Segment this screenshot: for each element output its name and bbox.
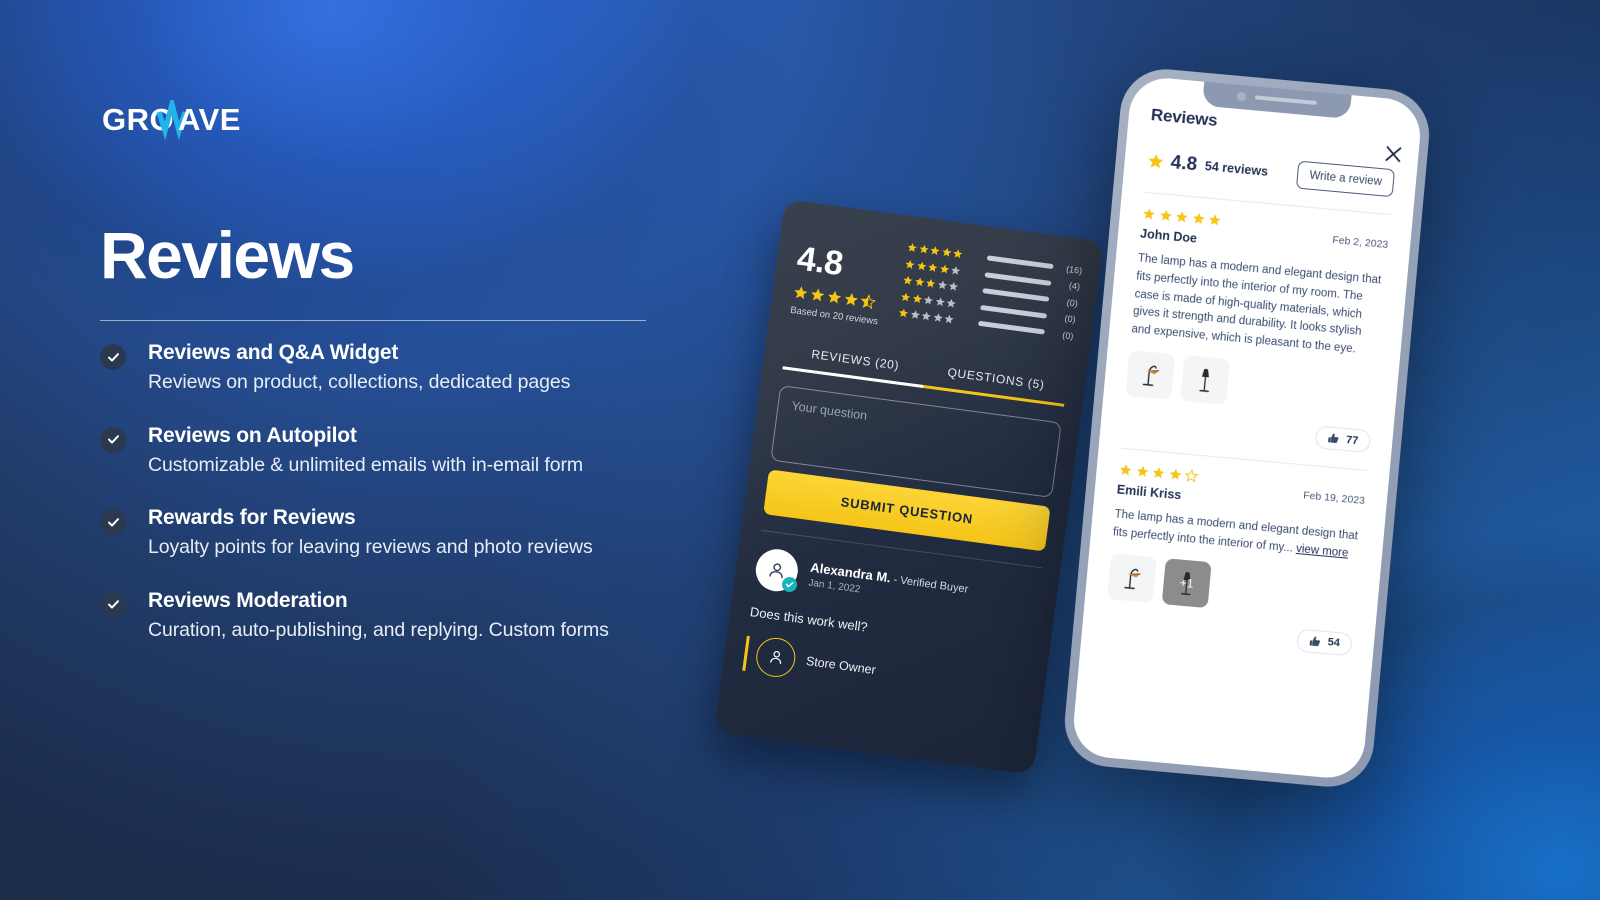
growave-logo: GRO AVE	[102, 100, 272, 142]
phone-screen: Reviews 4.8 54 reviews Write a review Jo…	[1070, 75, 1424, 781]
write-review-button[interactable]: Write a review	[1296, 160, 1396, 198]
breakdown-count: (0)	[1061, 329, 1075, 341]
phone-frame: Reviews 4.8 54 reviews Write a review Jo…	[1060, 65, 1434, 791]
feature-title: Reviews and Q&A Widget	[148, 341, 399, 364]
review-item: Emili Kriss Feb 19, 2023 The lamp has a …	[1104, 449, 1368, 657]
list-item: Rewards for Reviews Loyalty points for l…	[100, 505, 700, 560]
lamp-arc-icon	[1142, 365, 1160, 387]
lamp-cone-icon	[1199, 368, 1209, 393]
title-divider	[100, 320, 646, 321]
like-count: 54	[1327, 636, 1341, 650]
svg-text:AVE: AVE	[178, 102, 241, 137]
breakdown-count: (0)	[1064, 313, 1077, 325]
like-count: 77	[1345, 433, 1359, 447]
view-more-link[interactable]: view more	[1296, 543, 1349, 560]
star-icon	[1148, 154, 1164, 169]
check-icon	[100, 344, 126, 370]
breakdown-bar	[986, 255, 1054, 270]
like-pill[interactable]: 54	[1295, 628, 1353, 657]
rating-breakdown: (16) (4) (0) (0) (0)	[896, 238, 1084, 354]
review-item: John Doe Feb 2, 2023 The lamp has a mode…	[1122, 193, 1391, 454]
review-photo[interactable]	[1125, 350, 1176, 401]
list-item: Reviews and Q&A Widget Reviews on produc…	[100, 340, 700, 395]
rating-summary: 4.8 Based on 20 reviews (16) (4) (0) (0)…	[790, 224, 1084, 354]
speaker-icon	[1254, 95, 1317, 105]
feature-list: Reviews and Q&A Widget Reviews on produc…	[100, 340, 700, 670]
breakdown-bar	[977, 320, 1046, 335]
feature-title: Reviews on Autopilot	[148, 423, 357, 447]
qa-entry: Alexandra M. - Verified Buyer Jan 1, 202…	[742, 546, 1040, 709]
review-photos: +1	[1106, 552, 1358, 621]
more-photos-count: +1	[1179, 575, 1195, 591]
feature-subtitle: Customizable & unlimited emails with in-…	[148, 453, 583, 476]
list-item: Reviews Moderation Curation, auto-publis…	[100, 588, 700, 643]
store-owner-avatar	[753, 634, 798, 679]
check-icon	[100, 426, 126, 453]
close-icon[interactable]	[1384, 144, 1404, 164]
breakdown-stars	[897, 307, 972, 328]
panel-score: 4.8	[1169, 152, 1199, 176]
feature-subtitle: Reviews on product, collections, dedicat…	[148, 371, 571, 394]
feature-subtitle: Loyalty points for leaving reviews and p…	[148, 536, 593, 559]
check-icon	[100, 591, 126, 618]
feature-title: Rewards for Reviews	[148, 506, 356, 530]
breakdown-count: (4)	[1068, 280, 1081, 292]
feature-subtitle: Curation, auto-publishing, and replying.…	[148, 618, 609, 641]
camera-icon	[1236, 91, 1247, 102]
phone-mockup: Reviews 4.8 54 reviews Write a review Jo…	[1060, 65, 1434, 791]
tab-questions[interactable]: QUESTIONS (5)	[924, 362, 1068, 404]
review-photo[interactable]	[1180, 355, 1231, 406]
breakdown-count: (16)	[1065, 263, 1083, 276]
panel-reviews-count: 54 reviews	[1204, 159, 1269, 179]
list-item: Reviews on Autopilot Customizable & unli…	[100, 423, 700, 478]
check-icon	[100, 509, 126, 536]
review-photos	[1125, 350, 1376, 418]
thumbs-up-icon	[1327, 433, 1339, 444]
store-owner-label: Store Owner	[805, 653, 877, 678]
verified-badge-icon	[781, 575, 799, 593]
avatar	[753, 546, 801, 594]
panel-rating-summary: 4.8 54 reviews Write a review	[1146, 147, 1396, 198]
review-text: The lamp has a modern and elegant design…	[1130, 252, 1382, 356]
lamp-arc-icon	[1124, 568, 1142, 589]
reviews-panel: Reviews 4.8 54 reviews Write a review Jo…	[1082, 75, 1423, 658]
breakdown-bar	[982, 288, 1050, 302]
breakdown-bar	[984, 271, 1052, 286]
page-title: Reviews	[100, 218, 355, 292]
like-pill[interactable]: 77	[1314, 425, 1372, 454]
review-photo[interactable]	[1106, 552, 1157, 603]
tab-reviews[interactable]: REVIEWS (20)	[783, 343, 927, 385]
thumbs-up-icon	[1309, 636, 1320, 646]
breakdown-count: (0)	[1066, 296, 1079, 309]
average-score: 4.8	[794, 239, 846, 284]
breakdown-bar	[980, 304, 1048, 319]
feature-title: Reviews Moderation	[148, 588, 348, 612]
left-content-column: GRO AVE Reviews Reviews and Q&A Widget R…	[100, 0, 720, 900]
review-photo-more[interactable]: +1	[1161, 557, 1212, 608]
